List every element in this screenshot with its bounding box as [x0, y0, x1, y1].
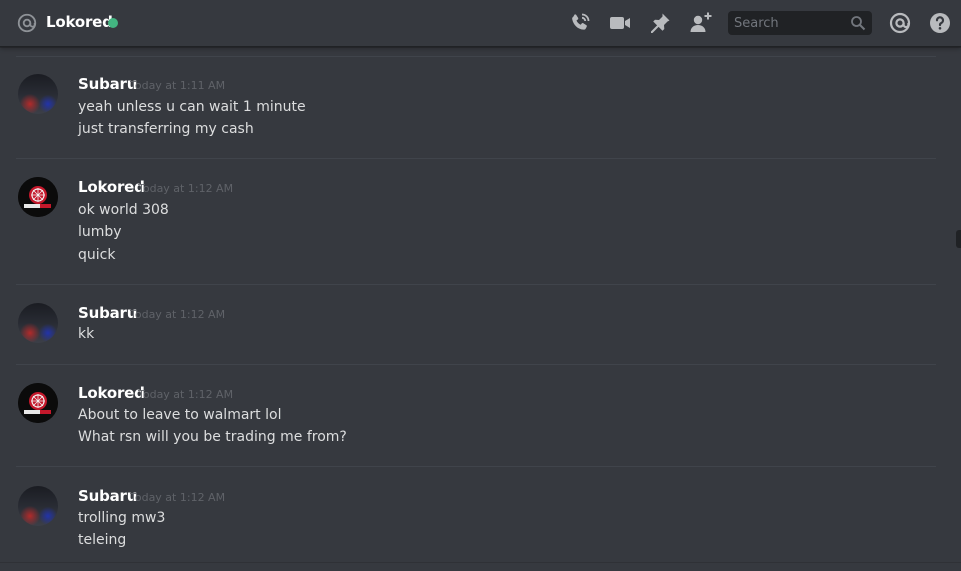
timestamp: Today at 1:12 AM [138, 182, 234, 195]
message-line: teleing [78, 532, 127, 548]
channel-name: Lokored [46, 13, 113, 31]
message-divider [16, 284, 936, 285]
username[interactable]: Subaru [78, 487, 137, 505]
avatar-logo-icon [18, 383, 58, 423]
avatar-logo-icon [18, 177, 58, 217]
username[interactable]: Lokored [78, 384, 145, 402]
search-icon [851, 16, 866, 31]
online-status-indicator [108, 18, 118, 28]
message-divider [16, 56, 936, 57]
help-icon[interactable] [928, 11, 952, 35]
voice-call-icon[interactable] [568, 11, 592, 35]
pin-icon[interactable] [648, 11, 672, 35]
channel-header: Lokored [0, 0, 961, 47]
message-line: ok world 308 [78, 202, 169, 218]
username[interactable]: Subaru [78, 75, 137, 93]
scrollbar-thumb[interactable] [956, 230, 961, 248]
message-divider [16, 364, 936, 365]
username[interactable]: Subaru [78, 304, 137, 322]
message-line: kk [78, 326, 95, 342]
bottom-divider [0, 562, 961, 563]
message-line: What rsn will you be trading me from? [78, 429, 347, 445]
avatar[interactable] [18, 74, 58, 114]
video-call-icon[interactable] [608, 11, 632, 35]
message-divider [16, 158, 936, 159]
search-box[interactable] [728, 11, 872, 35]
message-line: just transferring my cash [78, 121, 254, 137]
message-line: quick [78, 247, 116, 263]
timestamp: Today at 1:11 AM [130, 79, 226, 92]
avatar[interactable] [18, 383, 58, 423]
message-line: yeah unless u can wait 1 minute [78, 99, 306, 115]
timestamp: Today at 1:12 AM [130, 308, 226, 321]
avatar[interactable] [18, 177, 58, 217]
add-friend-icon[interactable] [689, 11, 713, 35]
timestamp: Today at 1:12 AM [130, 491, 226, 504]
message-divider [16, 466, 936, 467]
username[interactable]: Lokored [78, 178, 145, 196]
search-input[interactable] [728, 11, 846, 35]
message-list: Subaru Today at 1:11 AM yeah unless u ca… [0, 48, 961, 571]
avatar[interactable] [18, 486, 58, 526]
message-line: About to leave to walmart lol [78, 407, 282, 423]
message-line: lumby [78, 224, 122, 240]
timestamp: Today at 1:12 AM [138, 388, 234, 401]
message-line: trolling mw3 [78, 510, 166, 526]
mentions-icon[interactable] [888, 11, 912, 35]
at-icon [17, 13, 37, 33]
avatar[interactable] [18, 303, 58, 343]
